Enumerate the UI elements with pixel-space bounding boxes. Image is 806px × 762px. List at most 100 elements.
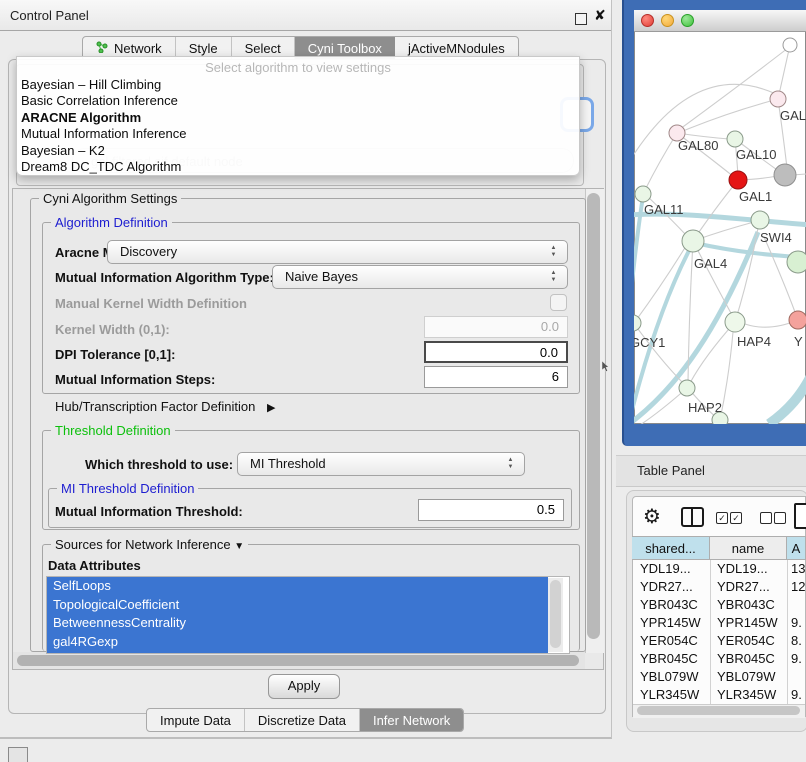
unchecked-checkbox-icon[interactable] [760, 512, 772, 524]
attributes-list-scrollbar-thumb[interactable] [550, 580, 561, 648]
algorithm-option[interactable]: Dream8 DC_TDC Algorithm [17, 159, 579, 175]
zoom-traffic-light-icon[interactable] [681, 14, 694, 27]
attribute-item-selected[interactable]: TopologicalCoefficient [47, 596, 548, 615]
mi-threshold-field[interactable]: 0.5 [418, 499, 564, 521]
dpi-tolerance-label: DPI Tolerance [0,1]: [55, 347, 175, 362]
attribute-item-selected[interactable]: gal4RGexp [47, 633, 548, 652]
node-gcy1[interactable] [634, 315, 641, 331]
document-icon[interactable] [794, 503, 806, 529]
node-right-green[interactable] [787, 251, 806, 273]
horizontal-scrollbar-thumb[interactable] [17, 655, 579, 666]
node-label: GCY1 [634, 335, 665, 350]
table-row[interactable]: YDR27...YDR27...12 [632, 578, 806, 596]
float-window-icon[interactable] [575, 13, 587, 25]
columns-icon[interactable] [681, 507, 704, 527]
manual-kernel-label: Manual Kernel Width Definition [55, 296, 247, 311]
mi-type-select[interactable]: Naive Bayes ▲▼ [272, 265, 568, 289]
close-icon[interactable]: ✘ [594, 7, 606, 24]
which-threshold-select[interactable]: MI Threshold ▲▼ [237, 452, 525, 476]
table-cell [787, 596, 806, 614]
hub-definition-expander[interactable]: Hub/Transcription Factor Definition ▶ [55, 399, 275, 414]
node-gal4[interactable] [682, 230, 704, 252]
collapse-down-arrow-icon: ▼ [234, 541, 244, 552]
vertical-scrollbar-thumb[interactable] [587, 193, 600, 639]
algorithm-option[interactable]: Bayesian – Hill Climbing [17, 77, 579, 93]
node-unlabeled[interactable] [783, 38, 797, 52]
node-gal[interactable] [770, 91, 786, 107]
attribute-item-selected[interactable]: BetweennessCentrality [47, 614, 548, 633]
checked-checkbox-icon[interactable]: ✓ [716, 512, 728, 524]
table-cell: YBR045C [632, 650, 710, 668]
mouse-cursor [602, 361, 612, 373]
tab-discretize-data[interactable]: Discretize Data [245, 709, 360, 731]
node-table: shared... name A YDL19...YDL19...13YDR27… [632, 536, 806, 706]
gear-icon[interactable]: ⚙ [643, 504, 661, 529]
mi-type-label: Mutual Information Algorithm Type: [55, 270, 274, 285]
column-header-clipped[interactable]: A [787, 536, 806, 560]
table-row[interactable]: YER054CYER054C8. [632, 632, 806, 650]
table-cell: YBR045C [710, 650, 787, 668]
unchecked-checkbox-icon[interactable] [774, 512, 786, 524]
data-attributes-label: Data Attributes [48, 558, 141, 573]
node-gal1[interactable] [729, 171, 747, 189]
tab-infer-network[interactable]: Infer Network [360, 709, 463, 731]
table-cell: 8. [787, 632, 806, 650]
table-cell: YDL19... [632, 560, 710, 578]
tab-label: Network [114, 41, 162, 56]
table-cell: YER054C [632, 632, 710, 650]
table-cell: YBR043C [710, 596, 787, 614]
dpi-tolerance-field[interactable]: 0.0 [424, 341, 568, 363]
node-label: GAL1 [739, 189, 772, 204]
table-horizontal-scrollbar-thumb[interactable] [637, 706, 800, 715]
node-gal10[interactable] [727, 131, 743, 147]
mi-steps-field[interactable]: 6 [424, 366, 568, 388]
algorithm-option[interactable]: Basic Correlation Inference [17, 93, 579, 109]
column-header-name[interactable]: name [710, 536, 787, 560]
apply-button[interactable]: Apply [268, 674, 340, 699]
node-label: GAL10 [736, 147, 776, 162]
table-row[interactable]: YLR345WYLR345W9. [632, 686, 806, 704]
attribute-item-selected[interactable]: SelfLoops [47, 577, 548, 596]
node-gal11[interactable] [635, 186, 651, 202]
node-label: HAP4 [737, 334, 771, 349]
algorithm-option[interactable]: Bayesian – K2 [17, 143, 579, 159]
network-window-titlebar[interactable] [634, 10, 806, 32]
node-label: GAL80 [678, 138, 718, 153]
table-row[interactable]: YBR045CYBR045C9. [632, 650, 806, 668]
node-gray[interactable] [774, 164, 796, 186]
checked-checkbox-icon[interactable]: ✓ [730, 512, 742, 524]
table-cell [787, 668, 806, 686]
node-hap2[interactable] [679, 380, 695, 396]
table-cell: 9. [787, 686, 806, 704]
attribute-item-partial[interactable] [47, 651, 548, 654]
floating-panel-grip[interactable] [8, 747, 28, 762]
network-canvas[interactable]: GAL GAL80 GAL10 GAL1 GAL11 SWI4 GAL4 GCY… [634, 32, 806, 424]
table-row[interactable]: YDL19...YDL19...13 [632, 560, 806, 578]
dropdown-prompt: Select algorithm to view settings [17, 57, 579, 77]
table-cell: YPR145W [710, 614, 787, 632]
mi-threshold-label: Mutual Information Threshold: [55, 504, 243, 519]
control-panel: Control Panel ✘ Network Style Select Cyn… [0, 0, 612, 739]
table-panel-title: Table Panel [637, 463, 705, 478]
table-row[interactable]: YBR043CYBR043C [632, 596, 806, 614]
table-cell: YDR27... [710, 578, 787, 596]
network-icon [96, 41, 108, 56]
column-header-shared-name[interactable]: shared... [632, 536, 710, 560]
aracne-mode-select[interactable]: Discovery ▲▼ [107, 240, 568, 264]
table-row[interactable]: YBL079WYBL079W [632, 668, 806, 686]
kernel-width-field[interactable]: 0.0 [424, 316, 568, 338]
close-traffic-light-icon[interactable] [641, 14, 654, 27]
manual-kernel-checkbox[interactable] [550, 294, 567, 311]
tab-impute-data[interactable]: Impute Data [147, 709, 245, 731]
table-cell: YPR145W [632, 614, 710, 632]
node-swi4[interactable] [751, 211, 769, 229]
table-row[interactable]: YPR145WYPR145W9. [632, 614, 806, 632]
table-cell: 13 [787, 560, 806, 578]
algorithm-list: Bayesian – Hill ClimbingBasic Correlatio… [17, 77, 579, 175]
node-hap4[interactable] [725, 312, 745, 332]
minimize-traffic-light-icon[interactable] [661, 14, 674, 27]
algorithm-option[interactable]: Mutual Information Inference [17, 126, 579, 142]
node-salmon[interactable] [789, 311, 806, 329]
algorithm-option[interactable]: ARACNE Algorithm [17, 110, 579, 126]
data-attributes-list[interactable]: SelfLoopsTopologicalCoefficientBetweenne… [46, 576, 570, 654]
